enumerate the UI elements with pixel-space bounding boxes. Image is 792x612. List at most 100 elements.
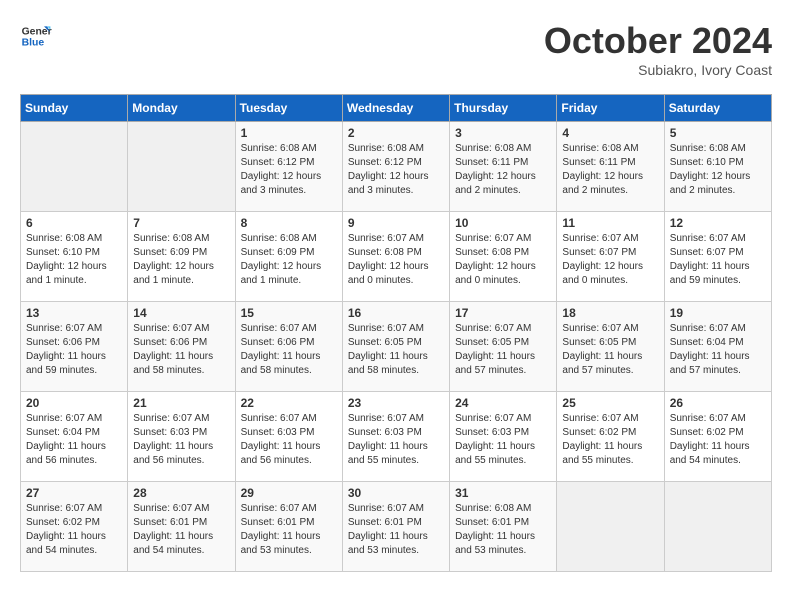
calendar-cell [128,122,235,212]
calendar-cell: 17 Sunrise: 6:07 AM Sunset: 6:05 PM Dayli… [450,302,557,392]
calendar-cell: 7 Sunrise: 6:08 AM Sunset: 6:09 PM Daylig… [128,212,235,302]
day-info: Sunrise: 6:07 AM Sunset: 6:02 PM Dayligh… [670,412,766,468]
day-number: 9 [348,216,444,230]
day-info: Sunrise: 6:07 AM Sunset: 6:03 PM Dayligh… [455,412,551,468]
day-info: Sunrise: 6:07 AM Sunset: 6:06 PM Dayligh… [241,322,337,378]
day-number: 24 [455,396,551,410]
calendar-cell [664,482,771,572]
day-info: Sunrise: 6:07 AM Sunset: 6:05 PM Dayligh… [562,322,658,378]
calendar-cell: 9Sunrise: 6:07 AM Sunset: 6:08 PM Daylig… [342,212,449,302]
calendar-cell: 1 Sunrise: 6:08 AM Sunset: 6:12 PM Daylig… [235,122,342,212]
day-info: Sunrise: 6:07 AM Sunset: 6:05 PM Dayligh… [455,322,551,378]
calendar-cell: 11 Sunrise: 6:07 AM Sunset: 6:07 PM Dayli… [557,212,664,302]
day-header: Friday [557,95,664,122]
calendar-cell: 19 Sunrise: 6:07 AM Sunset: 6:04 PM Dayli… [664,302,771,392]
calendar-cell: 28 Sunrise: 6:07 AM Sunset: 6:01 PM Dayli… [128,482,235,572]
calendar-cell [21,122,128,212]
day-info: Sunrise: 6:07 AM Sunset: 6:02 PM Dayligh… [562,412,658,468]
title-block: October 2024 Subiakro, Ivory Coast [544,20,772,78]
day-info: Sunrise: 6:07 AM Sunset: 6:07 PM Dayligh… [562,232,658,288]
calendar-cell: 8Sunrise: 6:08 AM Sunset: 6:09 PM Daylig… [235,212,342,302]
calendar-cell: 2 Sunrise: 6:08 AM Sunset: 6:12 PM Daylig… [342,122,449,212]
day-number: 20 [26,396,122,410]
day-number: 22 [241,396,337,410]
day-number: 4 [562,126,658,140]
day-number: 26 [670,396,766,410]
day-info: Sunrise: 6:07 AM Sunset: 6:02 PM Dayligh… [26,502,122,558]
day-info: Sunrise: 6:08 AM Sunset: 6:11 PM Dayligh… [562,142,658,198]
day-info: Sunrise: 6:07 AM Sunset: 6:03 PM Dayligh… [348,412,444,468]
calendar-cell: 6Sunrise: 6:08 AM Sunset: 6:10 PM Daylig… [21,212,128,302]
day-number: 11 [562,216,658,230]
day-header: Sunday [21,95,128,122]
calendar-week-row: 20Sunrise: 6:07 AM Sunset: 6:04 PM Dayli… [21,392,772,482]
day-number: 2 [348,126,444,140]
day-number: 25 [562,396,658,410]
day-header: Wednesday [342,95,449,122]
day-info: Sunrise: 6:07 AM Sunset: 6:06 PM Dayligh… [26,322,122,378]
day-number: 7 [133,216,229,230]
day-number: 21 [133,396,229,410]
calendar-cell: 26 Sunrise: 6:07 AM Sunset: 6:02 PM Dayli… [664,392,771,482]
day-number: 13 [26,306,122,320]
calendar-cell: 23 Sunrise: 6:07 AM Sunset: 6:03 PM Dayli… [342,392,449,482]
day-info: Sunrise: 6:07 AM Sunset: 6:03 PM Dayligh… [241,412,337,468]
calendar-week-row: 13 Sunrise: 6:07 AM Sunset: 6:06 PM Dayli… [21,302,772,392]
calendar-week-row: 6Sunrise: 6:08 AM Sunset: 6:10 PM Daylig… [21,212,772,302]
calendar-cell: 21 Sunrise: 6:07 AM Sunset: 6:03 PM Dayli… [128,392,235,482]
day-number: 15 [241,306,337,320]
day-info: Sunrise: 6:07 AM Sunset: 6:01 PM Dayligh… [133,502,229,558]
day-info: Sunrise: 6:08 AM Sunset: 6:12 PM Dayligh… [241,142,337,198]
calendar-cell: 13 Sunrise: 6:07 AM Sunset: 6:06 PM Dayli… [21,302,128,392]
calendar-cell: 12 Sunrise: 6:07 AM Sunset: 6:07 PM Dayli… [664,212,771,302]
day-info: Sunrise: 6:08 AM Sunset: 6:10 PM Dayligh… [26,232,122,288]
calendar-table: SundayMondayTuesdayWednesdayThursdayFrid… [20,94,772,572]
calendar-cell: 5 Sunrise: 6:08 AM Sunset: 6:10 PM Daylig… [664,122,771,212]
day-number: 14 [133,306,229,320]
day-number: 3 [455,126,551,140]
month-title: October 2024 [544,20,772,62]
day-number: 19 [670,306,766,320]
day-info: Sunrise: 6:08 AM Sunset: 6:12 PM Dayligh… [348,142,444,198]
day-info: Sunrise: 6:08 AM Sunset: 6:09 PM Dayligh… [133,232,229,288]
calendar-cell [557,482,664,572]
day-info: Sunrise: 6:07 AM Sunset: 6:07 PM Dayligh… [670,232,766,288]
day-number: 30 [348,486,444,500]
calendar-cell: 4 Sunrise: 6:08 AM Sunset: 6:11 PM Daylig… [557,122,664,212]
day-number: 17 [455,306,551,320]
day-info: Sunrise: 6:07 AM Sunset: 6:04 PM Dayligh… [670,322,766,378]
day-number: 23 [348,396,444,410]
day-info: Sunrise: 6:08 AM Sunset: 6:01 PM Dayligh… [455,502,551,558]
day-number: 10 [455,216,551,230]
calendar-cell: 29 Sunrise: 6:07 AM Sunset: 6:01 PM Dayli… [235,482,342,572]
day-number: 27 [26,486,122,500]
day-number: 8 [241,216,337,230]
calendar-cell: 31 Sunrise: 6:08 AM Sunset: 6:01 PM Dayli… [450,482,557,572]
day-header: Thursday [450,95,557,122]
svg-text:Blue: Blue [22,38,45,49]
day-number: 29 [241,486,337,500]
location-subtitle: Subiakro, Ivory Coast [544,62,772,78]
calendar-cell: 27 Sunrise: 6:07 AM Sunset: 6:02 PM Dayli… [21,482,128,572]
day-info: Sunrise: 6:07 AM Sunset: 6:01 PM Dayligh… [241,502,337,558]
calendar-cell: 24 Sunrise: 6:07 AM Sunset: 6:03 PM Dayli… [450,392,557,482]
day-number: 5 [670,126,766,140]
calendar-week-row: 27 Sunrise: 6:07 AM Sunset: 6:02 PM Dayli… [21,482,772,572]
day-number: 28 [133,486,229,500]
day-number: 1 [241,126,337,140]
calendar-cell: 25 Sunrise: 6:07 AM Sunset: 6:02 PM Dayli… [557,392,664,482]
day-number: 16 [348,306,444,320]
calendar-cell: 14Sunrise: 6:07 AM Sunset: 6:06 PM Dayli… [128,302,235,392]
day-header: Tuesday [235,95,342,122]
calendar-cell: 20Sunrise: 6:07 AM Sunset: 6:04 PM Dayli… [21,392,128,482]
calendar-header-row: SundayMondayTuesdayWednesdayThursdayFrid… [21,95,772,122]
day-number: 12 [670,216,766,230]
day-info: Sunrise: 6:08 AM Sunset: 6:10 PM Dayligh… [670,142,766,198]
logo: General Blue [20,20,52,52]
day-info: Sunrise: 6:07 AM Sunset: 6:03 PM Dayligh… [133,412,229,468]
day-number: 31 [455,486,551,500]
day-header: Monday [128,95,235,122]
day-header: Saturday [664,95,771,122]
calendar-cell: 10Sunrise: 6:07 AM Sunset: 6:08 PM Dayli… [450,212,557,302]
calendar-cell: 30Sunrise: 6:07 AM Sunset: 6:01 PM Dayli… [342,482,449,572]
